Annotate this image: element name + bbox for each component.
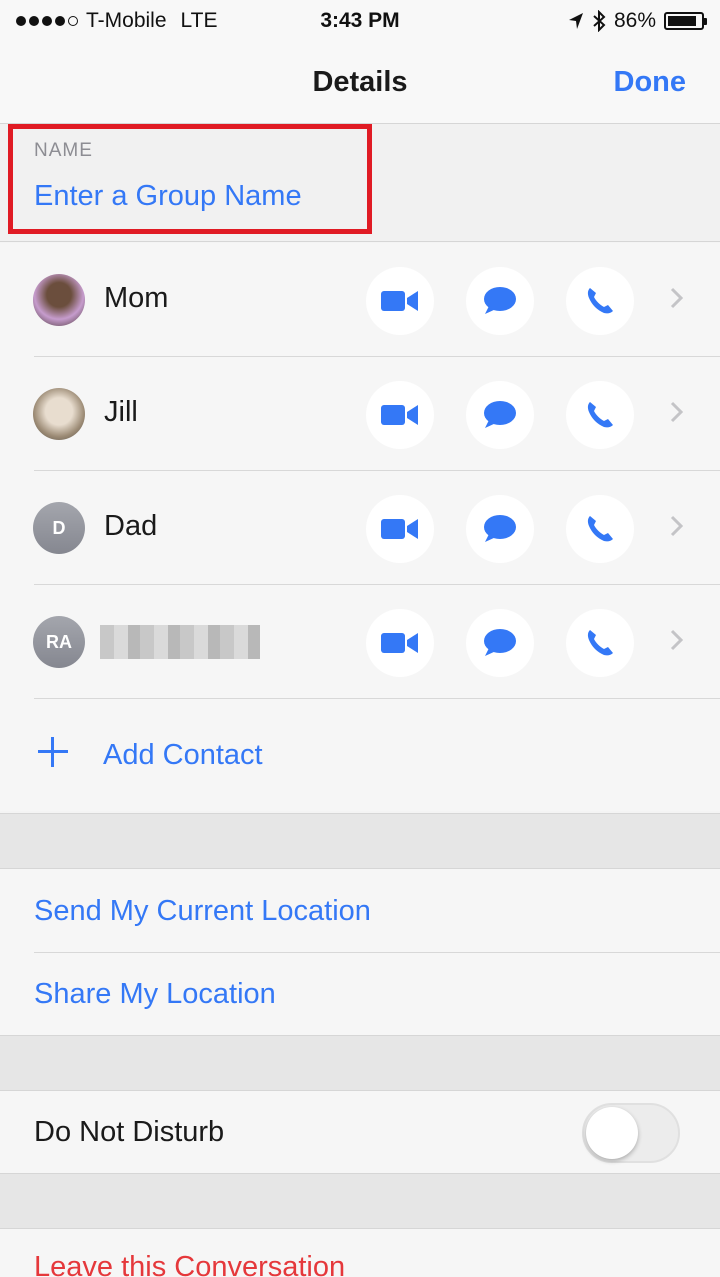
leave-conversation-label: Leave this Conversation (34, 1251, 346, 1277)
chevron-right-icon (670, 287, 684, 309)
battery-icon (664, 12, 707, 30)
contact-name: Mom (104, 282, 169, 314)
video-camera-icon (381, 633, 418, 653)
video-call-button[interactable] (366, 609, 434, 677)
phone-call-button[interactable] (566, 495, 634, 563)
battery-fill (668, 16, 696, 26)
avatar (33, 274, 85, 326)
toggle-knob (586, 1107, 638, 1159)
message-bubble-icon (484, 515, 516, 542)
battery-percent: 86% (613, 9, 656, 32)
add-contact-button[interactable]: Add Contact (0, 699, 720, 811)
section-separator (0, 1035, 720, 1091)
message-button[interactable] (466, 495, 534, 563)
group-name-input[interactable] (34, 176, 434, 216)
phone-call-button[interactable] (566, 267, 634, 335)
nav-bar: Details Done (0, 44, 720, 124)
name-label: NAME (34, 140, 93, 161)
contact-list: Mom Jill D Dad RA Add Contact (0, 243, 720, 811)
leave-conversation-button[interactable]: Leave this Conversation (0, 1229, 720, 1277)
phone-icon (587, 630, 613, 656)
message-button[interactable] (466, 267, 534, 335)
video-camera-icon (381, 291, 418, 311)
plus-icon (38, 737, 68, 767)
section-separator (0, 813, 720, 869)
group-name-section: NAME (0, 124, 720, 242)
phone-icon (587, 402, 613, 428)
redacted-contact-name (100, 625, 260, 659)
page-title: Details (312, 66, 408, 98)
message-bubble-icon (484, 401, 516, 428)
video-call-button[interactable] (366, 267, 434, 335)
avatar: RA (33, 616, 85, 668)
avatar: D (33, 502, 85, 554)
chevron-right-icon (670, 629, 684, 651)
video-camera-icon (381, 519, 418, 539)
message-bubble-icon (484, 629, 516, 656)
contact-name: Dad (104, 510, 158, 542)
share-location-label: Share My Location (34, 978, 276, 1010)
message-button[interactable] (466, 381, 534, 449)
status-right: 86% (568, 9, 707, 33)
send-current-location-label: Send My Current Location (34, 895, 371, 927)
contact-name: Jill (104, 396, 138, 428)
chevron-right-icon (670, 401, 684, 423)
contact-row-dad[interactable]: D Dad (0, 471, 720, 585)
section-separator (0, 1173, 720, 1229)
avatar (33, 388, 85, 440)
done-button[interactable]: Done (614, 66, 687, 99)
chevron-right-icon (670, 515, 684, 537)
contact-row-jill[interactable]: Jill (0, 357, 720, 471)
video-call-button[interactable] (366, 381, 434, 449)
contact-row-mom[interactable]: Mom (0, 243, 720, 357)
contact-row-redacted[interactable]: RA (0, 585, 720, 699)
message-button[interactable] (466, 609, 534, 677)
phone-call-button[interactable] (566, 381, 634, 449)
phone-icon (587, 516, 613, 542)
video-camera-icon (381, 405, 418, 425)
message-bubble-icon (484, 287, 516, 314)
phone-icon (587, 288, 613, 314)
video-call-button[interactable] (366, 495, 434, 563)
add-contact-label: Add Contact (103, 739, 263, 771)
location-arrow-icon (568, 13, 583, 29)
share-location-button[interactable]: Share My Location (0, 953, 720, 1035)
send-current-location-button[interactable]: Send My Current Location (0, 869, 720, 953)
do-not-disturb-label: Do Not Disturb (34, 1116, 225, 1148)
do-not-disturb-row: Do Not Disturb (0, 1091, 720, 1173)
phone-call-button[interactable] (566, 609, 634, 677)
bluetooth-icon (593, 10, 606, 32)
do-not-disturb-toggle[interactable] (582, 1103, 680, 1163)
status-bar: T-Mobile LTE 3:43 PM 86% (0, 0, 720, 44)
